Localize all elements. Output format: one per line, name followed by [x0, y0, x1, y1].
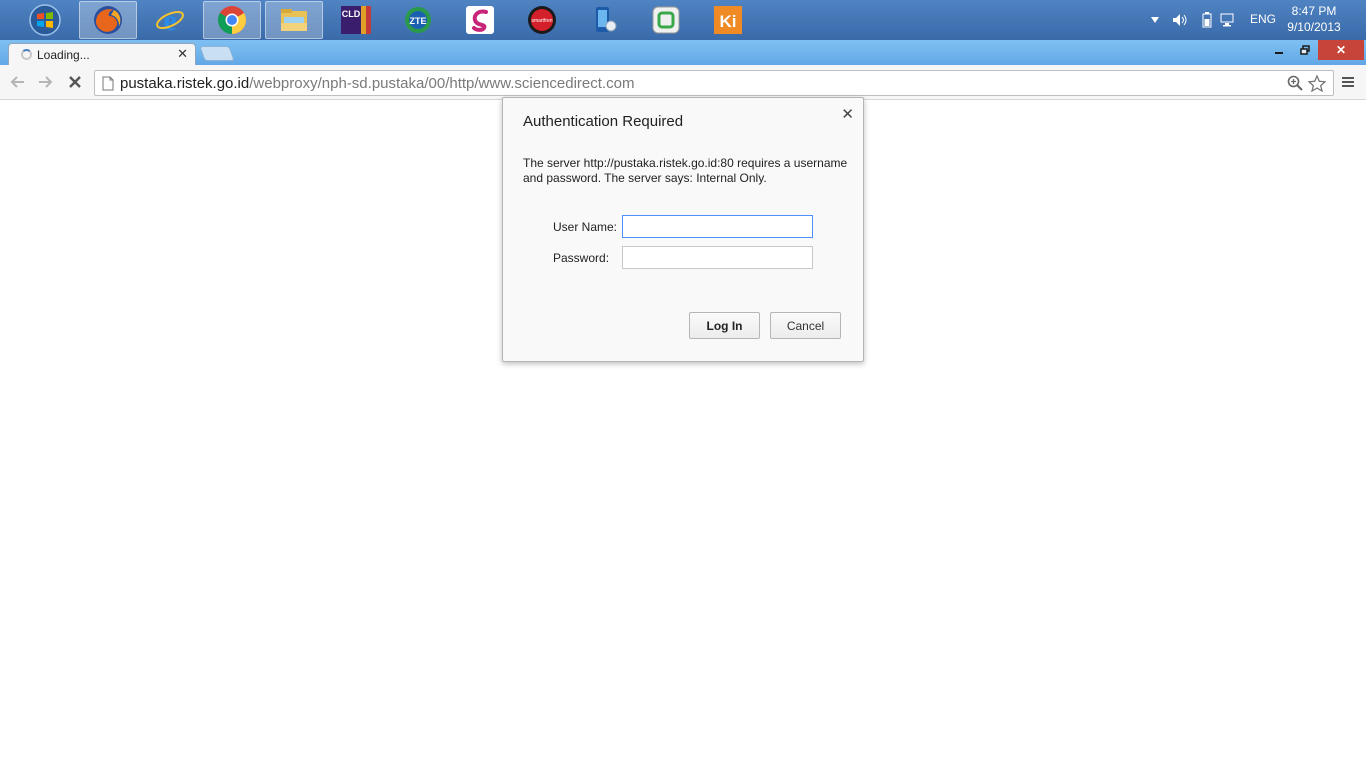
volume-icon[interactable]	[1172, 0, 1188, 40]
internet-explorer-icon[interactable]: e	[141, 1, 199, 39]
log-in-button[interactable]: Log In	[689, 312, 760, 339]
tab-close-icon[interactable]: ✕	[177, 46, 188, 62]
battery-icon[interactable]	[1202, 0, 1212, 40]
browser-toolbar: pustaka.ristek.go.id/webproxy/nph-sd.pus…	[0, 65, 1366, 100]
phone-app-icon[interactable]	[575, 1, 633, 39]
zoom-icon[interactable]	[1287, 75, 1303, 96]
smartfren-app-icon[interactable]: smartfren	[513, 1, 571, 39]
windows-taskbar: e CLD ZTE smartfren Ki ENG 8:47 PM 9/10/…	[0, 0, 1366, 40]
restore-button[interactable]	[1292, 40, 1318, 60]
firefox-icon[interactable]	[79, 1, 137, 39]
zte-app-icon[interactable]: ZTE	[389, 1, 447, 39]
dialog-close-icon[interactable]: ✕	[841, 105, 854, 123]
cld-app-icon[interactable]: CLD	[327, 1, 385, 39]
pink-app-icon[interactable]	[451, 1, 509, 39]
address-bar[interactable]: pustaka.ristek.go.id/webproxy/nph-sd.pus…	[94, 70, 1334, 96]
green-app-icon[interactable]	[637, 1, 695, 39]
forward-button[interactable]	[35, 71, 57, 93]
url-path: /webproxy/nph-sd.pustaka/00/http/www.sci…	[249, 75, 635, 92]
svg-text:Ki: Ki	[720, 12, 737, 31]
window-close-button[interactable]: ✕	[1318, 40, 1364, 60]
dialog-title: Authentication Required	[523, 113, 684, 130]
back-button[interactable]	[6, 71, 28, 93]
loading-spinner-icon	[21, 49, 32, 60]
authentication-dialog: Authentication Required ✕ The server htt…	[502, 97, 864, 362]
password-input[interactable]	[622, 246, 813, 269]
cancel-button[interactable]: Cancel	[770, 312, 841, 339]
tab-title: Loading...	[37, 48, 90, 62]
minimize-button[interactable]	[1266, 40, 1292, 60]
new-tab-button[interactable]	[199, 46, 235, 61]
system-clock[interactable]: 8:47 PM 9/10/2013	[1284, 3, 1344, 35]
tray-overflow-icon[interactable]	[1150, 0, 1160, 40]
username-input[interactable]	[622, 215, 813, 238]
url-host: pustaka.ristek.go.id	[120, 75, 250, 92]
chrome-icon[interactable]	[203, 1, 261, 39]
url-text: pustaka.ristek.go.id/webproxy/nph-sd.pus…	[120, 75, 634, 92]
clock-date: 9/10/2013	[1287, 20, 1341, 34]
dialog-message: The server http://pustaka.ristek.go.id:8…	[523, 156, 848, 185]
password-label: Password:	[553, 251, 610, 265]
windows-start-icon[interactable]	[16, 1, 74, 39]
svg-text:ZTE: ZTE	[410, 16, 427, 26]
clock-time: 8:47 PM	[1291, 4, 1337, 18]
bookmark-star-icon[interactable]	[1307, 74, 1327, 97]
stop-loading-button[interactable]	[64, 71, 86, 93]
page-icon	[102, 76, 114, 96]
network-icon[interactable]	[1220, 0, 1236, 40]
file-explorer-icon[interactable]	[265, 1, 323, 39]
svg-text:smartfren: smartfren	[531, 18, 552, 24]
tab-loading[interactable]: Loading... ✕	[8, 43, 196, 65]
language-indicator[interactable]: ENG	[1250, 12, 1276, 26]
username-label: User Name:	[553, 220, 618, 234]
svg-text:e: e	[163, 4, 176, 36]
ki-app-icon[interactable]: Ki	[699, 1, 757, 39]
chrome-menu-icon[interactable]	[1340, 74, 1358, 92]
svg-text:CLD: CLD	[342, 9, 361, 19]
